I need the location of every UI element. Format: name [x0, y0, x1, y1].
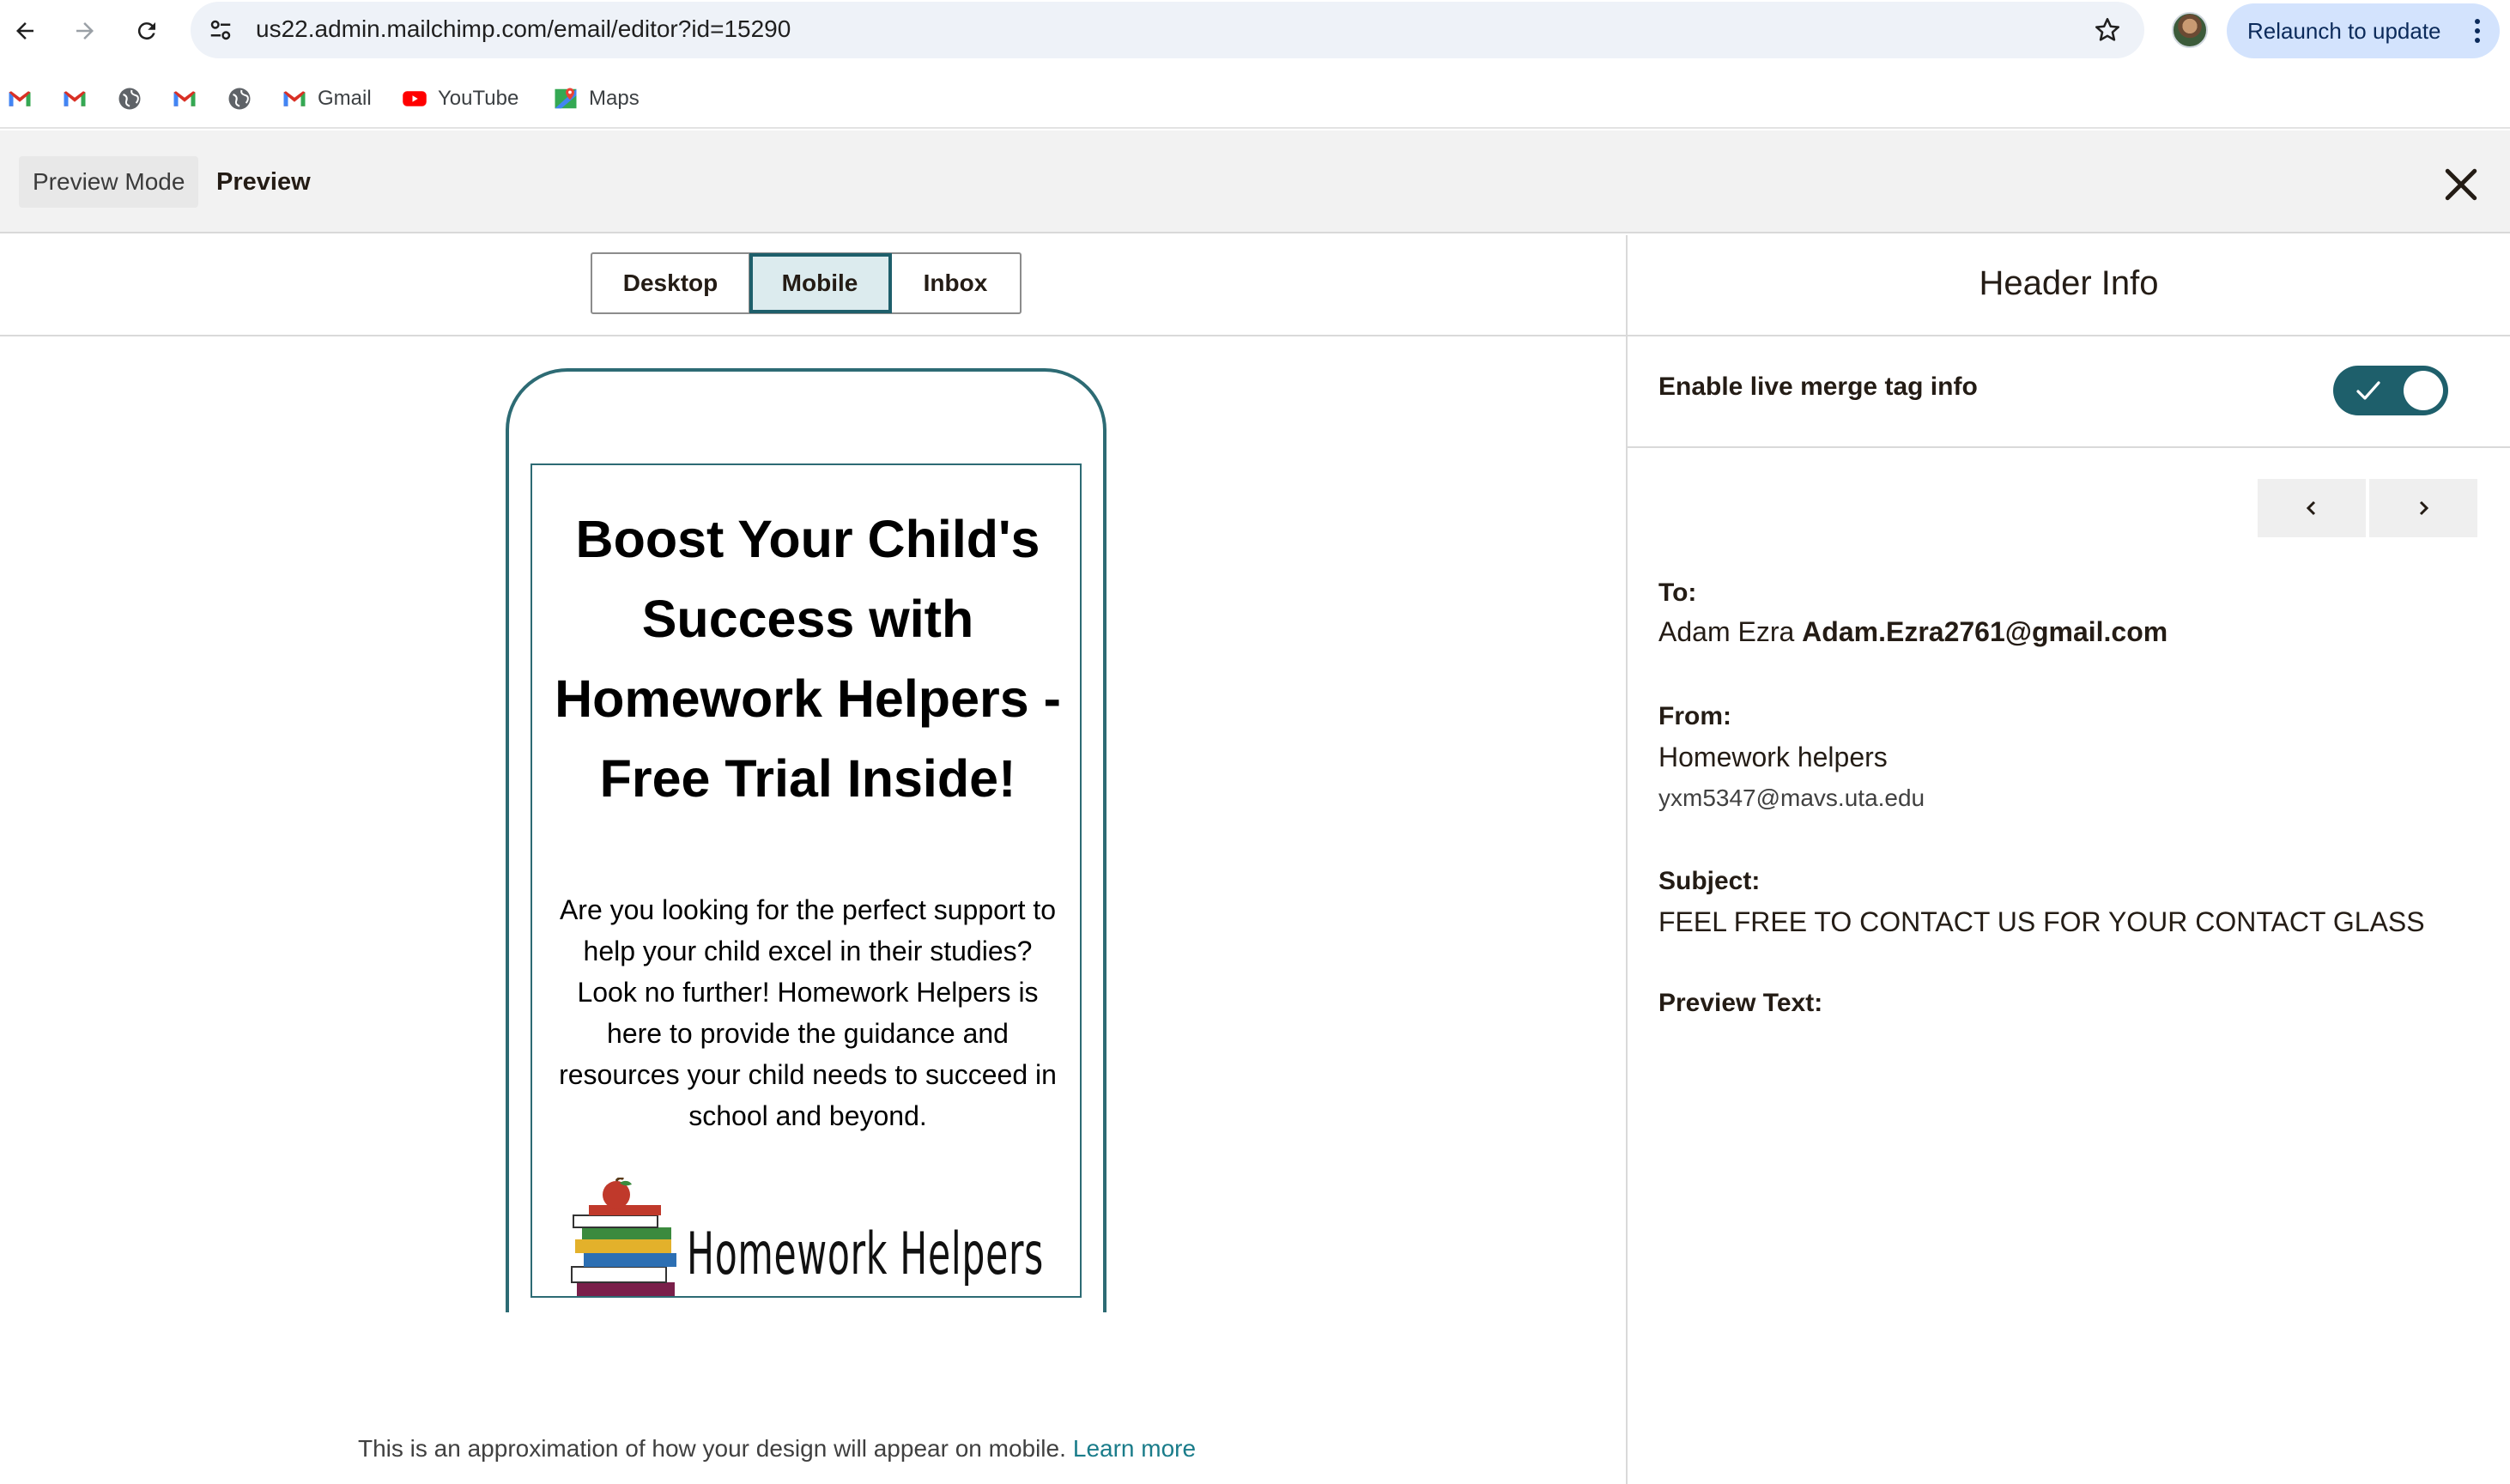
address-bar[interactable]: us22.admin.mailchimp.com/email/editor?id… [191, 2, 2144, 58]
bookmark-item[interactable] [117, 84, 153, 113]
divider [1628, 335, 2510, 336]
merge-tag-toggle[interactable] [2333, 366, 2448, 415]
homework-helpers-logo: Homework Helpers [571, 1178, 1044, 1296]
bookmark-maps[interactable]: Maps [553, 84, 640, 113]
email-body-text: Are you looking for the perfect support … [559, 894, 1057, 1131]
site-settings-icon[interactable] [208, 17, 233, 43]
gmail-icon [173, 91, 196, 106]
globe-icon [118, 88, 141, 110]
bookmark-item[interactable] [227, 84, 263, 113]
header-info-panel: Header Info Enable live merge tag info T… [1628, 235, 2510, 1484]
preview-mode-badge: Preview Mode [19, 156, 199, 208]
to-label: To: [1658, 578, 1697, 607]
browser-toolbar: us22.admin.mailchimp.com/email/editor?id… [0, 0, 2510, 62]
bookmark-item[interactable] [172, 84, 208, 113]
forward-button[interactable] [64, 9, 106, 52]
arrow-right-icon [76, 22, 94, 39]
email-headline: Boost Your Child's Success with Homework… [555, 510, 1061, 808]
gmail-icon [9, 91, 31, 106]
from-email: yxm5347@mavs.uta.edu [1658, 784, 1925, 811]
from-name: Homework helpers [1658, 742, 1888, 772]
close-icon[interactable] [2438, 161, 2484, 208]
maps-icon [555, 88, 577, 109]
bookmark-youtube[interactable]: YouTube [402, 84, 518, 113]
globe-icon [228, 88, 251, 110]
to-name: Adam Ezra [1658, 616, 1795, 647]
check-icon [2356, 381, 2380, 400]
mobile-approximation-note: This is an approximation of how your des… [358, 1435, 1196, 1463]
bookmark-label: YouTube [438, 87, 519, 110]
email-preview: Boost Your Child's Success with Homework… [530, 463, 1082, 1298]
subject-label: Subject: [1658, 867, 1761, 895]
youtube-icon [403, 91, 427, 106]
reload-icon [137, 22, 155, 40]
preview-title: Preview [216, 168, 311, 196]
url-text[interactable]: us22.admin.mailchimp.com/email/editor?id… [256, 15, 791, 43]
subject-value: FEEL FREE TO CONTACT US FOR YOUR CONTACT… [1658, 906, 2425, 937]
profile-avatar[interactable] [2172, 12, 2208, 48]
merge-tag-toggle-label: Enable live merge tag info [1658, 373, 1978, 401]
next-contact-button[interactable] [2369, 479, 2477, 537]
arrow-left-icon [16, 22, 33, 39]
preview-header-bar: Preview Mode Preview [0, 130, 2510, 233]
from-label: From: [1658, 702, 1731, 730]
divider [0, 335, 1626, 336]
tab-inbox[interactable]: Inbox [891, 254, 1020, 312]
tab-desktop[interactable]: Desktop [592, 254, 750, 312]
toggle-knob [2404, 371, 2443, 410]
reload-button[interactable] [125, 9, 168, 52]
panel-title: Header Info [1979, 264, 2159, 302]
footnote-text: This is an approximation of how your des… [358, 1435, 1066, 1462]
bookmark-gmail[interactable]: Gmail [282, 84, 372, 113]
chevron-right-icon [2419, 500, 2429, 516]
learn-more-link[interactable]: Learn more [1073, 1435, 1196, 1462]
relaunch-button[interactable]: Relaunch to update [2227, 3, 2500, 58]
bookmark-label: Gmail [318, 87, 372, 110]
chevron-left-icon [2306, 500, 2316, 516]
bookmark-label: Maps [589, 87, 640, 110]
gmail-icon [283, 91, 306, 106]
more-vert-icon[interactable] [2474, 17, 2481, 45]
back-button[interactable] [3, 9, 46, 52]
bookmark-star-icon[interactable] [2093, 15, 2122, 45]
view-mode-switcher: Desktop Mobile Inbox [591, 252, 1022, 314]
to-email: Adam.Ezra2761@gmail.com [1802, 616, 2168, 647]
bookmark-item[interactable] [7, 84, 43, 113]
preview-text-label: Preview Text: [1658, 989, 1823, 1017]
gmail-icon [64, 91, 86, 106]
bookmark-item[interactable] [62, 84, 98, 113]
previous-contact-button[interactable] [2258, 479, 2366, 537]
logo-text: Homework Helpers [687, 1221, 1044, 1288]
divider [1628, 446, 2510, 448]
tab-mobile[interactable]: Mobile [749, 253, 892, 313]
to-value: Adam Ezra Adam.Ezra2761@gmail.com [1658, 616, 2167, 648]
relaunch-label: Relaunch to update [2247, 17, 2441, 44]
bookmarks-bar: Gmail YouTube Maps [0, 69, 2510, 129]
